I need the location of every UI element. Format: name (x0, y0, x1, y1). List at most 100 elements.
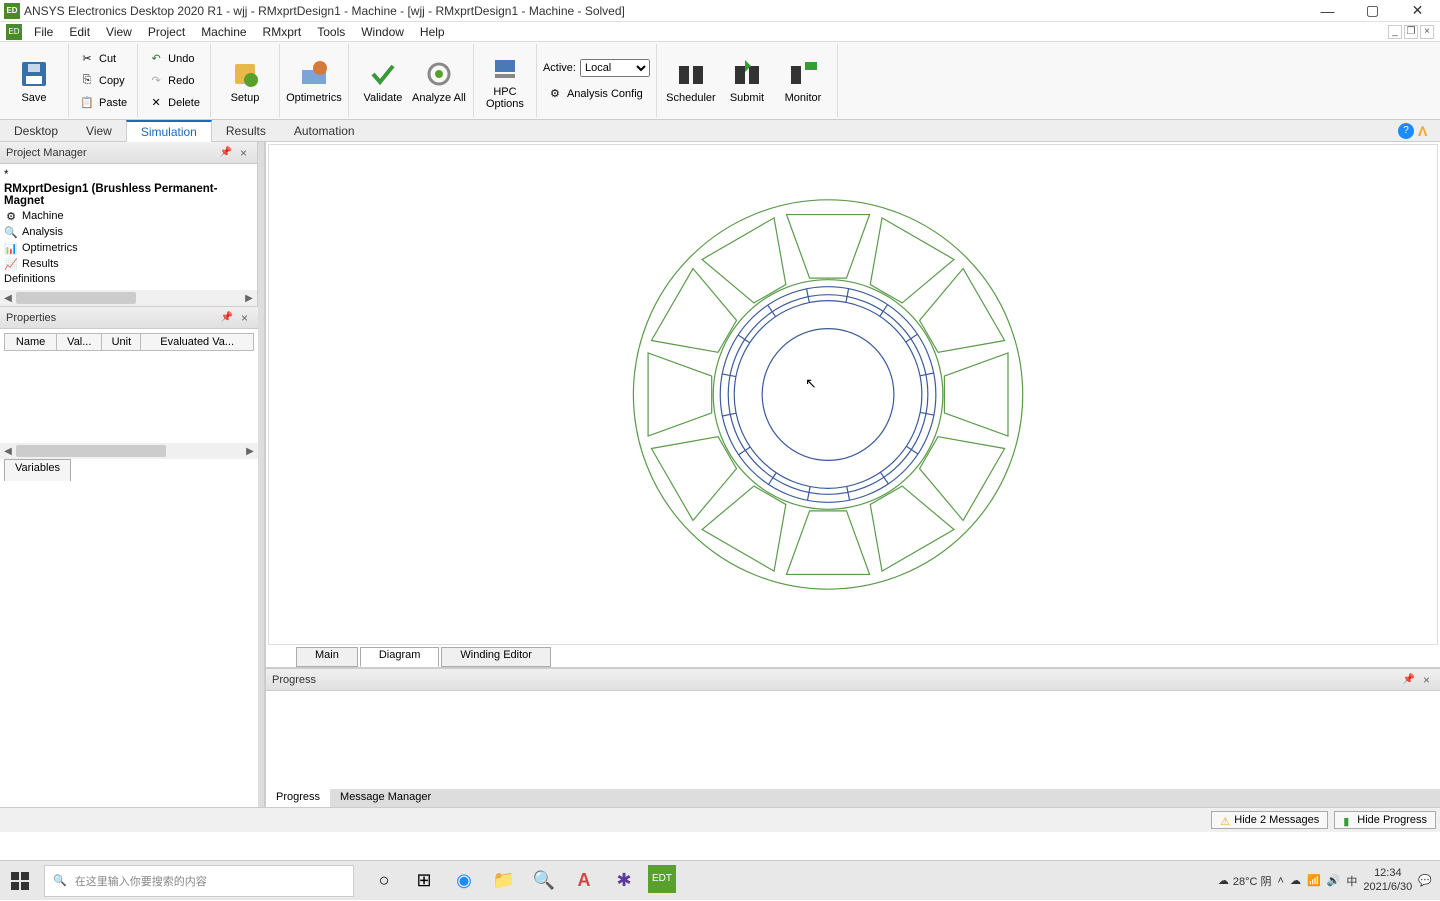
optimetrics-button[interactable]: Optimetrics (286, 45, 342, 117)
close-button[interactable]: ✕ (1395, 0, 1440, 22)
menu-project[interactable]: Project (140, 23, 193, 41)
tray-ime[interactable]: 中 (1346, 873, 1357, 889)
menu-help[interactable]: Help (412, 23, 453, 41)
tray-network-icon[interactable]: 📶 (1307, 874, 1321, 887)
search-icon: 🔍 (53, 874, 67, 887)
paste-button[interactable]: 📋Paste (75, 92, 131, 114)
validate-button[interactable]: Validate (355, 45, 411, 117)
redo-button[interactable]: ↷Redo (144, 70, 198, 92)
variables-tab[interactable]: Variables (4, 459, 71, 481)
properties-table[interactable]: Name Val... Unit Evaluated Va... (0, 329, 258, 443)
taskbar-clock[interactable]: 12:34 2021/6/30 (1363, 867, 1412, 893)
pm-pin-icon[interactable]: 📌 (216, 147, 236, 158)
tree-results[interactable]: 📈Results (2, 256, 255, 272)
active-label: Active: (543, 62, 576, 74)
canvas-tab-diagram[interactable]: Diagram (360, 647, 440, 667)
undo-icon: ↶ (148, 51, 164, 67)
setup-button[interactable]: Setup (217, 45, 273, 117)
taskview-icon[interactable]: ⊞ (408, 865, 440, 897)
delete-button[interactable]: ✕Delete (144, 92, 204, 114)
tab-simulation[interactable]: Simulation (126, 120, 212, 142)
active-select[interactable]: Local (580, 59, 650, 77)
menu-machine[interactable]: Machine (193, 23, 254, 41)
pm-hscroll[interactable]: ◀ ▶ (0, 290, 257, 306)
tray-sound-icon[interactable]: 🔊 (1327, 874, 1341, 887)
pm-title: Project Manager (6, 147, 87, 159)
col-name[interactable]: Name (5, 334, 57, 351)
tab-results[interactable]: Results (212, 121, 280, 141)
help-icon[interactable]: ? (1398, 123, 1414, 139)
progress-close-icon[interactable]: × (1419, 673, 1434, 687)
copy-button[interactable]: ⎘Copy (75, 70, 129, 92)
cut-button[interactable]: ✂Cut (75, 48, 120, 70)
warning-icon: ⚠ (1220, 815, 1230, 825)
tree-machine[interactable]: ⚙Machine (2, 208, 255, 224)
scheduler-button[interactable]: Scheduler (663, 45, 719, 117)
scroll-thumb[interactable] (16, 292, 136, 304)
taskbar-search[interactable]: 🔍 在这里输入你要搜索的内容 (44, 865, 354, 897)
minimize-button[interactable]: — (1305, 0, 1350, 22)
tab-desktop[interactable]: Desktop (0, 121, 72, 141)
menu-window[interactable]: Window (353, 23, 412, 41)
progress-tab[interactable]: Progress (266, 789, 330, 807)
start-button[interactable] (0, 861, 40, 901)
submit-icon (731, 58, 763, 90)
mdi-close-button[interactable]: × (1420, 25, 1434, 39)
explorer-icon[interactable]: 📁 (488, 865, 520, 897)
tab-view[interactable]: View (72, 121, 126, 141)
col-value[interactable]: Val... (57, 334, 102, 351)
edge-icon[interactable]: ◉ (448, 865, 480, 897)
project-tree[interactable]: * RMxprtDesign1 (Brushless Permanent-Mag… (0, 164, 257, 290)
prop-close-icon[interactable]: × (237, 311, 252, 325)
undo-button[interactable]: ↶Undo (144, 48, 198, 70)
maximize-button[interactable]: ▢ (1350, 0, 1395, 22)
message-manager-tab[interactable]: Message Manager (330, 789, 441, 807)
cortana-icon[interactable]: ○ (368, 865, 400, 897)
save-button[interactable]: Save (6, 45, 62, 117)
prop-scroll-right-icon[interactable]: ▶ (242, 443, 258, 459)
menu-edit[interactable]: Edit (61, 23, 98, 41)
prop-pin-icon[interactable]: 📌 (217, 312, 237, 323)
tray-onedrive-icon[interactable]: ☁ (1290, 874, 1301, 887)
col-evaluated[interactable]: Evaluated Va... (141, 334, 254, 351)
pm-close-icon[interactable]: × (236, 146, 251, 160)
mdi-minimize-button[interactable]: _ (1388, 25, 1402, 39)
notifications-icon[interactable]: 💬 (1418, 874, 1432, 887)
canvas-tab-main[interactable]: Main (296, 647, 358, 667)
prop-scroll-left-icon[interactable]: ◀ (0, 443, 16, 459)
properties-title: Properties (6, 312, 56, 324)
col-unit[interactable]: Unit (102, 334, 141, 351)
tray-chevron-icon[interactable]: ˄ (1278, 875, 1284, 887)
edt-icon[interactable]: EDT (648, 865, 676, 893)
hpc-options-button[interactable]: HPC Options (480, 45, 530, 117)
menu-file[interactable]: File (26, 23, 61, 41)
progress-pin-icon[interactable]: 📌 (1399, 674, 1419, 685)
ansys-icon[interactable]: ✱ (608, 865, 640, 897)
tree-analysis[interactable]: 🔍Analysis (2, 224, 255, 240)
hide-messages-button[interactable]: ⚠ Hide 2 Messages (1211, 811, 1328, 829)
analysis-config-button[interactable]: ⚙Analysis Config (543, 83, 647, 105)
canvas-tab-winding[interactable]: Winding Editor (441, 647, 551, 667)
menu-view[interactable]: View (98, 23, 140, 41)
weather-widget[interactable]: ☁ 28°C 阴 (1218, 873, 1272, 889)
scroll-left-icon[interactable]: ◀ (0, 290, 16, 306)
search-app-icon[interactable]: 🔍 (528, 865, 560, 897)
prop-hscroll[interactable]: ◀ ▶ (0, 443, 258, 459)
tree-definitions[interactable]: Definitions (2, 272, 255, 286)
cut-icon: ✂ (79, 51, 95, 67)
design-canvas[interactable]: ↖ (268, 144, 1438, 645)
menu-rmxprt[interactable]: RMxprt (255, 23, 310, 41)
submit-button[interactable]: Submit (719, 45, 775, 117)
tab-automation[interactable]: Automation (280, 121, 369, 141)
save-icon (18, 58, 50, 90)
prop-scroll-thumb[interactable] (16, 445, 166, 457)
analyze-all-button[interactable]: Analyze All (411, 45, 467, 117)
hide-progress-button[interactable]: ▮ Hide Progress (1334, 811, 1436, 829)
tree-design[interactable]: RMxprtDesign1 (Brushless Permanent-Magne… (2, 182, 255, 208)
menu-tools[interactable]: Tools (309, 23, 353, 41)
tree-optimetrics[interactable]: 📊Optimetrics (2, 240, 255, 256)
mdi-restore-button[interactable]: ❐ (1404, 25, 1418, 39)
autocad-icon[interactable]: A (568, 865, 600, 897)
monitor-button[interactable]: Monitor (775, 45, 831, 117)
scroll-right-icon[interactable]: ▶ (241, 290, 257, 306)
